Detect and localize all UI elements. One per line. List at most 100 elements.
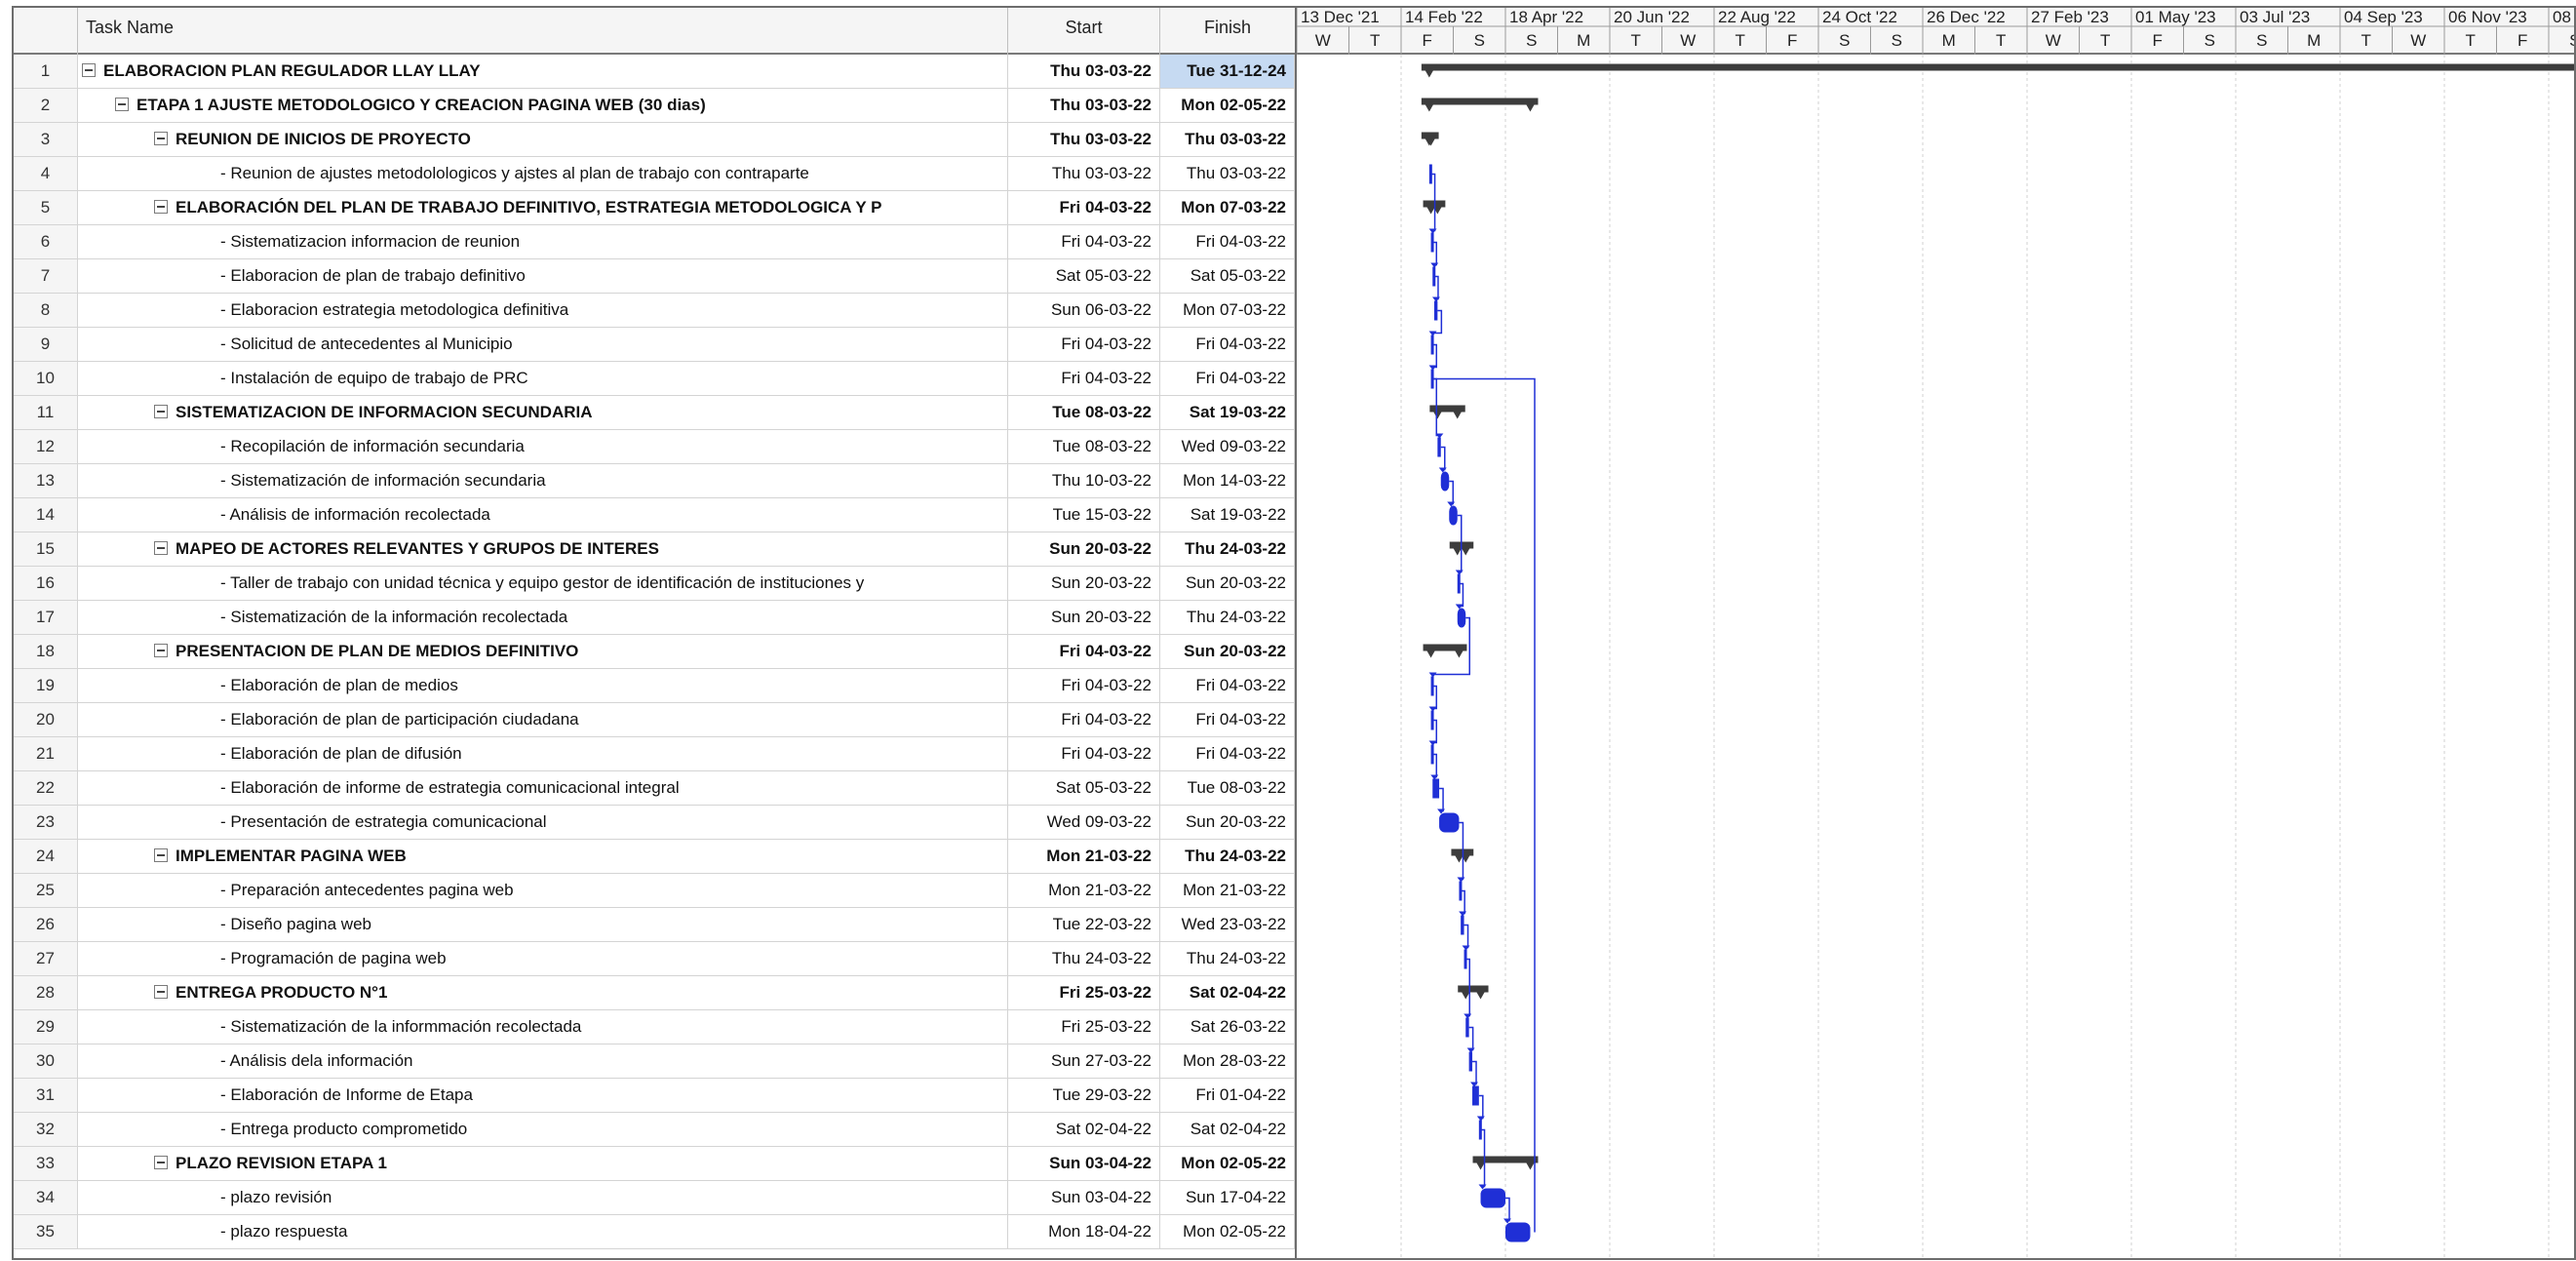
row-id[interactable]: 14 bbox=[14, 498, 78, 532]
task-name-cell[interactable]: - Taller de trabajo con unidad técnica y… bbox=[78, 567, 1008, 600]
finish-date-cell[interactable]: Wed 09-03-22 bbox=[1160, 430, 1295, 463]
task-row[interactable]: 10 - Instalación de equipo de trabajo de … bbox=[14, 362, 1295, 396]
finish-date-cell[interactable]: Wed 23-03-22 bbox=[1160, 908, 1295, 941]
collapse-toggle-icon[interactable] bbox=[82, 63, 96, 78]
start-date-cell[interactable]: Mon 18-04-22 bbox=[1008, 1215, 1160, 1248]
row-id[interactable]: 3 bbox=[14, 123, 78, 156]
finish-date-cell[interactable]: Tue 08-03-22 bbox=[1160, 771, 1295, 805]
task-row[interactable]: 13 - Sistematización de información secun… bbox=[14, 464, 1295, 498]
task-name-cell[interactable]: - Análisis dela información bbox=[78, 1044, 1008, 1078]
task-name-cell[interactable]: - Elaboración de Informe de Etapa bbox=[78, 1079, 1008, 1112]
finish-date-cell[interactable]: Sun 20-03-22 bbox=[1160, 806, 1295, 839]
finish-date-cell[interactable]: Sat 19-03-22 bbox=[1160, 498, 1295, 532]
row-id[interactable]: 22 bbox=[14, 771, 78, 805]
start-date-cell[interactable]: Fri 04-03-22 bbox=[1008, 362, 1160, 395]
start-date-cell[interactable]: Sat 05-03-22 bbox=[1008, 259, 1160, 293]
task-row[interactable]: 7 - Elaboracion de plan de trabajo defini… bbox=[14, 259, 1295, 294]
start-date-cell[interactable]: Tue 22-03-22 bbox=[1008, 908, 1160, 941]
start-date-cell[interactable]: Sun 27-03-22 bbox=[1008, 1044, 1160, 1078]
task-name-cell[interactable]: REUNION DE INICIOS DE PROYECTO bbox=[78, 123, 1008, 156]
row-id[interactable]: 33 bbox=[14, 1147, 78, 1180]
task-name-cell[interactable]: - plazo revisión bbox=[78, 1181, 1008, 1214]
finish-date-cell[interactable]: Fri 04-03-22 bbox=[1160, 669, 1295, 702]
finish-date-cell[interactable]: Sat 26-03-22 bbox=[1160, 1010, 1295, 1044]
row-id[interactable]: 11 bbox=[14, 396, 78, 429]
finish-date-cell[interactable]: Sat 02-04-22 bbox=[1160, 1113, 1295, 1146]
row-id[interactable]: 25 bbox=[14, 874, 78, 907]
finish-date-cell[interactable]: Thu 03-03-22 bbox=[1160, 123, 1295, 156]
row-id[interactable]: 35 bbox=[14, 1215, 78, 1248]
task-name-cell[interactable]: - Reunion de ajustes metodolologicos y a… bbox=[78, 157, 1008, 190]
row-id[interactable]: 13 bbox=[14, 464, 78, 497]
row-id[interactable]: 29 bbox=[14, 1010, 78, 1044]
task-row[interactable]: 19 - Elaboración de plan de medios Fri 04-… bbox=[14, 669, 1295, 703]
task-row[interactable]: 5 ELABORACIÓN DEL PLAN DE TRABAJO DEFINIT… bbox=[14, 191, 1295, 225]
row-id[interactable]: 15 bbox=[14, 532, 78, 566]
task-name-cell[interactable]: - Sistematización de información secunda… bbox=[78, 464, 1008, 497]
collapse-toggle-icon[interactable] bbox=[154, 405, 168, 419]
task-name-cell[interactable]: ELABORACIÓN DEL PLAN DE TRABAJO DEFINITI… bbox=[78, 191, 1008, 224]
collapse-toggle-icon[interactable] bbox=[154, 848, 168, 863]
row-id[interactable]: 18 bbox=[14, 635, 78, 668]
start-date-cell[interactable]: Thu 03-03-22 bbox=[1008, 157, 1160, 190]
row-id[interactable]: 8 bbox=[14, 294, 78, 327]
task-row[interactable]: 1 ELABORACION PLAN REGULADOR LLAY LLAY Thu… bbox=[14, 55, 1295, 89]
row-id[interactable]: 16 bbox=[14, 567, 78, 600]
task-name-cell[interactable]: - Diseño pagina web bbox=[78, 908, 1008, 941]
row-id[interactable]: 1 bbox=[14, 55, 78, 88]
task-name-cell[interactable]: PRESENTACION DE PLAN DE MEDIOS DEFINITIV… bbox=[78, 635, 1008, 668]
task-row[interactable]: 31 - Elaboración de Informe de Etapa Tue 2… bbox=[14, 1079, 1295, 1113]
row-id[interactable]: 24 bbox=[14, 840, 78, 873]
task-row[interactable]: 25 - Preparación antecedentes pagina web M… bbox=[14, 874, 1295, 908]
collapse-toggle-icon[interactable] bbox=[154, 985, 168, 1000]
row-id[interactable]: 31 bbox=[14, 1079, 78, 1112]
finish-date-cell[interactable]: Fri 04-03-22 bbox=[1160, 328, 1295, 361]
task-row[interactable]: 30 - Análisis dela información Sun 27-03-2… bbox=[14, 1044, 1295, 1079]
task-row[interactable]: 33 PLAZO REVISION ETAPA 1 Sun 03-04-22 Mon … bbox=[14, 1147, 1295, 1181]
start-date-cell[interactable]: Sun 20-03-22 bbox=[1008, 567, 1160, 600]
start-date-cell[interactable]: Sun 20-03-22 bbox=[1008, 532, 1160, 566]
finish-date-cell[interactable]: Sat 05-03-22 bbox=[1160, 259, 1295, 293]
task-row[interactable]: 15 MAPEO DE ACTORES RELEVANTES Y GRUPOS D… bbox=[14, 532, 1295, 567]
start-date-cell[interactable]: Thu 03-03-22 bbox=[1008, 55, 1160, 88]
collapse-toggle-icon[interactable] bbox=[154, 541, 168, 556]
finish-date-cell[interactable]: Fri 01-04-22 bbox=[1160, 1079, 1295, 1112]
start-date-cell[interactable]: Fri 25-03-22 bbox=[1008, 1010, 1160, 1044]
finish-date-cell[interactable]: Tue 31-12-24 bbox=[1160, 55, 1295, 88]
collapse-toggle-icon[interactable] bbox=[115, 98, 129, 112]
task-row[interactable]: 17 - Sistematización de la información re… bbox=[14, 601, 1295, 635]
finish-date-cell[interactable]: Thu 03-03-22 bbox=[1160, 157, 1295, 190]
task-name-cell[interactable]: ELABORACION PLAN REGULADOR LLAY LLAY bbox=[78, 55, 1008, 88]
task-name-cell[interactable]: - Elaboracion estrategia metodologica de… bbox=[78, 294, 1008, 327]
start-date-cell[interactable]: Mon 21-03-22 bbox=[1008, 840, 1160, 873]
row-id[interactable]: 34 bbox=[14, 1181, 78, 1214]
task-name-cell[interactable]: MAPEO DE ACTORES RELEVANTES Y GRUPOS DE … bbox=[78, 532, 1008, 566]
start-date-cell[interactable]: Mon 21-03-22 bbox=[1008, 874, 1160, 907]
finish-date-cell[interactable]: Sat 19-03-22 bbox=[1160, 396, 1295, 429]
task-row[interactable]: 11 SISTEMATIZACION DE INFORMACION SECUNDA… bbox=[14, 396, 1295, 430]
task-row[interactable]: 35 - plazo respuesta Mon 18-04-22 Mon 02-05… bbox=[14, 1215, 1295, 1249]
start-date-cell[interactable]: Fri 04-03-22 bbox=[1008, 703, 1160, 736]
task-name-cell[interactable]: - Elaboración de plan de medios bbox=[78, 669, 1008, 702]
row-id[interactable]: 6 bbox=[14, 225, 78, 258]
row-id[interactable]: 26 bbox=[14, 908, 78, 941]
task-row[interactable]: 27 - Programación de pagina web Thu 24-03-… bbox=[14, 942, 1295, 976]
task-name-cell[interactable]: PLAZO REVISION ETAPA 1 bbox=[78, 1147, 1008, 1180]
task-name-cell[interactable]: - Elaboración de plan de difusión bbox=[78, 737, 1008, 770]
finish-date-cell[interactable]: Thu 24-03-22 bbox=[1160, 601, 1295, 634]
collapse-toggle-icon[interactable] bbox=[154, 1156, 168, 1170]
finish-date-cell[interactable]: Sun 20-03-22 bbox=[1160, 635, 1295, 668]
task-name-cell[interactable]: - Elaboracion de plan de trabajo definit… bbox=[78, 259, 1008, 293]
header-finish[interactable]: Finish bbox=[1160, 8, 1295, 55]
start-date-cell[interactable]: Sun 03-04-22 bbox=[1008, 1181, 1160, 1214]
start-date-cell[interactable]: Sat 05-03-22 bbox=[1008, 771, 1160, 805]
start-date-cell[interactable]: Tue 08-03-22 bbox=[1008, 396, 1160, 429]
row-id[interactable]: 5 bbox=[14, 191, 78, 224]
finish-date-cell[interactable]: Fri 04-03-22 bbox=[1160, 362, 1295, 395]
task-row[interactable]: 8 - Elaboracion estrategia metodologica d… bbox=[14, 294, 1295, 328]
task-name-cell[interactable]: - Sistematización de la informmación rec… bbox=[78, 1010, 1008, 1044]
task-name-cell[interactable]: - Preparación antecedentes pagina web bbox=[78, 874, 1008, 907]
task-name-cell[interactable]: IMPLEMENTAR PAGINA WEB bbox=[78, 840, 1008, 873]
row-id[interactable]: 30 bbox=[14, 1044, 78, 1078]
task-row[interactable]: 18 PRESENTACION DE PLAN DE MEDIOS DEFINIT… bbox=[14, 635, 1295, 669]
